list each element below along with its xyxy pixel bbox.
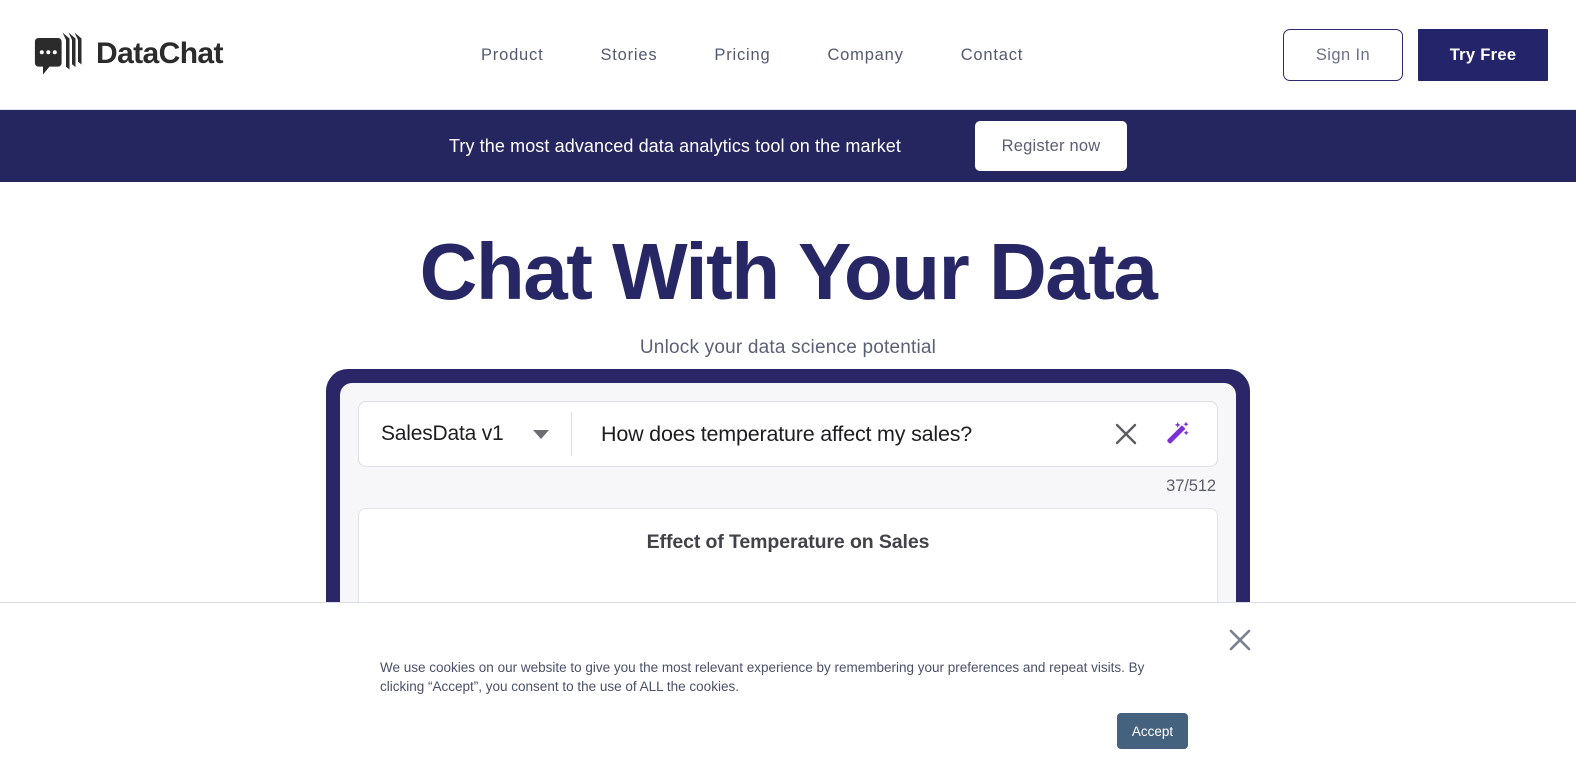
hero-section: Chat With Your Data Unlock your data sci… <box>0 182 1576 359</box>
dataset-selector-value: SalesData v1 <box>381 422 504 445</box>
nav-item-product[interactable]: Product <box>481 42 543 69</box>
try-free-button[interactable]: Try Free <box>1418 29 1548 81</box>
sign-in-button[interactable]: Sign In <box>1283 29 1403 81</box>
brand-name: DataChat <box>96 37 223 70</box>
brand-logo[interactable]: DataChat <box>34 29 223 79</box>
nav-item-stories[interactable]: Stories <box>600 42 657 69</box>
cookie-consent-text: We use cookies on our website to give yo… <box>380 660 1145 695</box>
cookie-close-icon[interactable] <box>1226 626 1254 654</box>
register-now-button[interactable]: Register now <box>975 121 1128 171</box>
page-root: DataChat Product Stories Pricing Company… <box>0 0 1576 774</box>
query-bar: SalesData v1 How does temperature affect… <box>358 401 1218 467</box>
datachat-stacked-chat-bubble-icon <box>34 29 86 79</box>
main-navigation: Product Stories Pricing Company Contact <box>481 42 1023 69</box>
nav-item-contact[interactable]: Contact <box>961 42 1023 69</box>
dataset-selector[interactable]: SalesData v1 <box>359 402 571 466</box>
chart-title: Effect of Temperature on Sales <box>646 531 930 553</box>
cookie-accept-button[interactable]: Accept <box>1117 713 1188 749</box>
nav-item-company[interactable]: Company <box>827 42 903 69</box>
cookie-consent-banner: We use cookies on our website to give yo… <box>0 602 1576 774</box>
nav-item-pricing[interactable]: Pricing <box>714 42 770 69</box>
site-header: DataChat Product Stories Pricing Company… <box>0 0 1576 110</box>
promo-banner-text: Try the most advanced data analytics too… <box>448 135 902 156</box>
header-actions: Sign In Try Free <box>1283 29 1548 81</box>
query-bar-icons <box>1113 419 1217 449</box>
close-x-icon[interactable] <box>1113 421 1139 447</box>
promo-banner: Try the most advanced data analytics too… <box>0 110 1576 182</box>
chevron-down-icon <box>533 429 549 439</box>
hero-subtitle: Unlock your data science potential <box>639 336 937 358</box>
magic-wand-icon[interactable] <box>1161 419 1191 449</box>
character-counter: 37/512 <box>1166 477 1216 495</box>
query-input[interactable]: How does temperature affect my sales? <box>572 422 1113 447</box>
page-title: Chat With Your Data <box>419 227 1158 316</box>
